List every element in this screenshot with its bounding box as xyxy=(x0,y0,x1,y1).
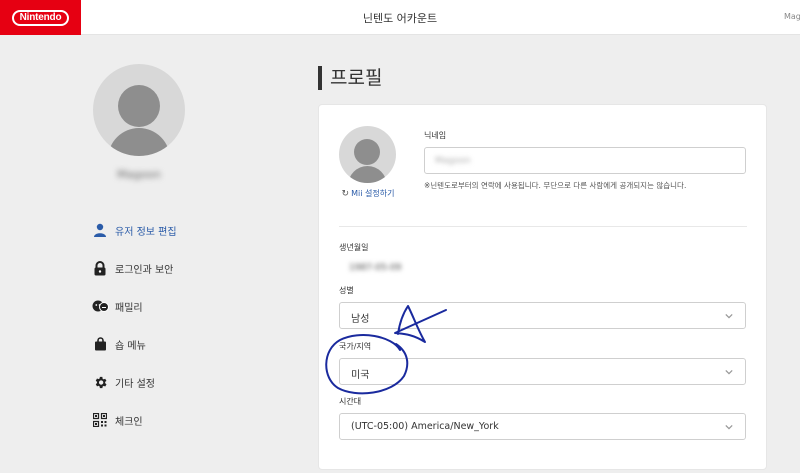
top-header: Nintendo 닌텐도 어카운트 Mag xyxy=(0,0,800,35)
sidebar-menu: 유저 정보 편집 로그인과 보안 패밀리 숍 메뉴 기타 설정 체크인 xyxy=(91,211,177,439)
page-title: 프로필 xyxy=(318,66,382,90)
section-divider xyxy=(339,226,747,227)
gender-value: 남성 xyxy=(351,314,370,325)
timezone-value: (UTC-05:00) America/New_York xyxy=(351,421,499,432)
gender-label: 성별 xyxy=(339,286,354,295)
nickname-input[interactable]: Magoon xyxy=(424,147,746,174)
sidebar-item-check-in[interactable]: 체크인 xyxy=(91,401,177,439)
avatar-head-shape xyxy=(118,85,160,127)
timezone-label: 시간대 xyxy=(339,397,362,406)
timezone-select[interactable]: (UTC-05:00) America/New_York xyxy=(339,413,746,440)
country-region-select[interactable]: 미국 xyxy=(339,358,746,385)
family-icon xyxy=(91,297,109,315)
sidebar-item-login-security[interactable]: 로그인과 보안 xyxy=(91,249,177,287)
profile-card: ↻ Mii 설정하기 닉네임 Magoon ※닌텐도로부터의 연락에 사용됩니다.… xyxy=(318,104,767,470)
mii-avatar[interactable] xyxy=(339,126,396,183)
sidebar-item-label: 유저 정보 편집 xyxy=(115,226,177,238)
avatar-body-shape xyxy=(108,128,170,156)
header-title: 닌텐도 어카운트 xyxy=(362,12,438,25)
birthday-value: 1987-05-09 xyxy=(349,263,402,273)
sidebar-item-label: 기타 설정 xyxy=(115,378,155,390)
sidebar-item-edit-user-info[interactable]: 유저 정보 편집 xyxy=(91,211,177,249)
sidebar-item-label: 패밀리 xyxy=(115,302,143,314)
sidebar-item-shop-menu[interactable]: 숍 메뉴 xyxy=(91,325,177,363)
qr-code-icon xyxy=(91,411,109,429)
nickname-value: Magoon xyxy=(435,156,471,166)
user-avatar xyxy=(93,64,185,156)
chevron-down-icon xyxy=(725,424,733,430)
sidebar-item-label: 숍 메뉴 xyxy=(115,340,146,352)
refresh-icon: ↻ xyxy=(341,189,350,199)
sidebar-item-label: 체크인 xyxy=(115,416,143,428)
sidebar-item-family[interactable]: 패밀리 xyxy=(91,287,177,325)
country-label: 국가/지역 xyxy=(339,342,372,351)
person-icon xyxy=(91,221,109,239)
nickname-note: ※닌텐도로부터의 연락에 사용됩니다. 무단으로 다른 사람에게 공개되지는 않… xyxy=(424,181,687,190)
header-user-name[interactable]: Mag xyxy=(784,12,800,21)
country-value: 미국 xyxy=(351,370,370,381)
sidebar-item-other-settings[interactable]: 기타 설정 xyxy=(91,363,177,401)
mii-settings-label: Mii 설정하기 xyxy=(351,189,395,198)
nickname-label: 닉네임 xyxy=(424,131,447,140)
birthday-label: 생년월일 xyxy=(339,243,369,252)
avatar-body-shape xyxy=(348,166,387,183)
lock-icon xyxy=(91,259,109,277)
gender-select[interactable]: 남성 xyxy=(339,302,746,329)
chevron-down-icon xyxy=(725,313,733,319)
sidebar-item-label: 로그인과 보안 xyxy=(115,264,174,276)
gear-icon xyxy=(91,373,109,391)
sidebar-username: Magoon xyxy=(117,168,161,181)
chevron-down-icon xyxy=(725,369,733,375)
shopping-bag-icon xyxy=(91,335,109,353)
mii-settings-link[interactable]: ↻ Mii 설정하기 xyxy=(339,188,397,200)
avatar-head-shape xyxy=(354,139,380,165)
